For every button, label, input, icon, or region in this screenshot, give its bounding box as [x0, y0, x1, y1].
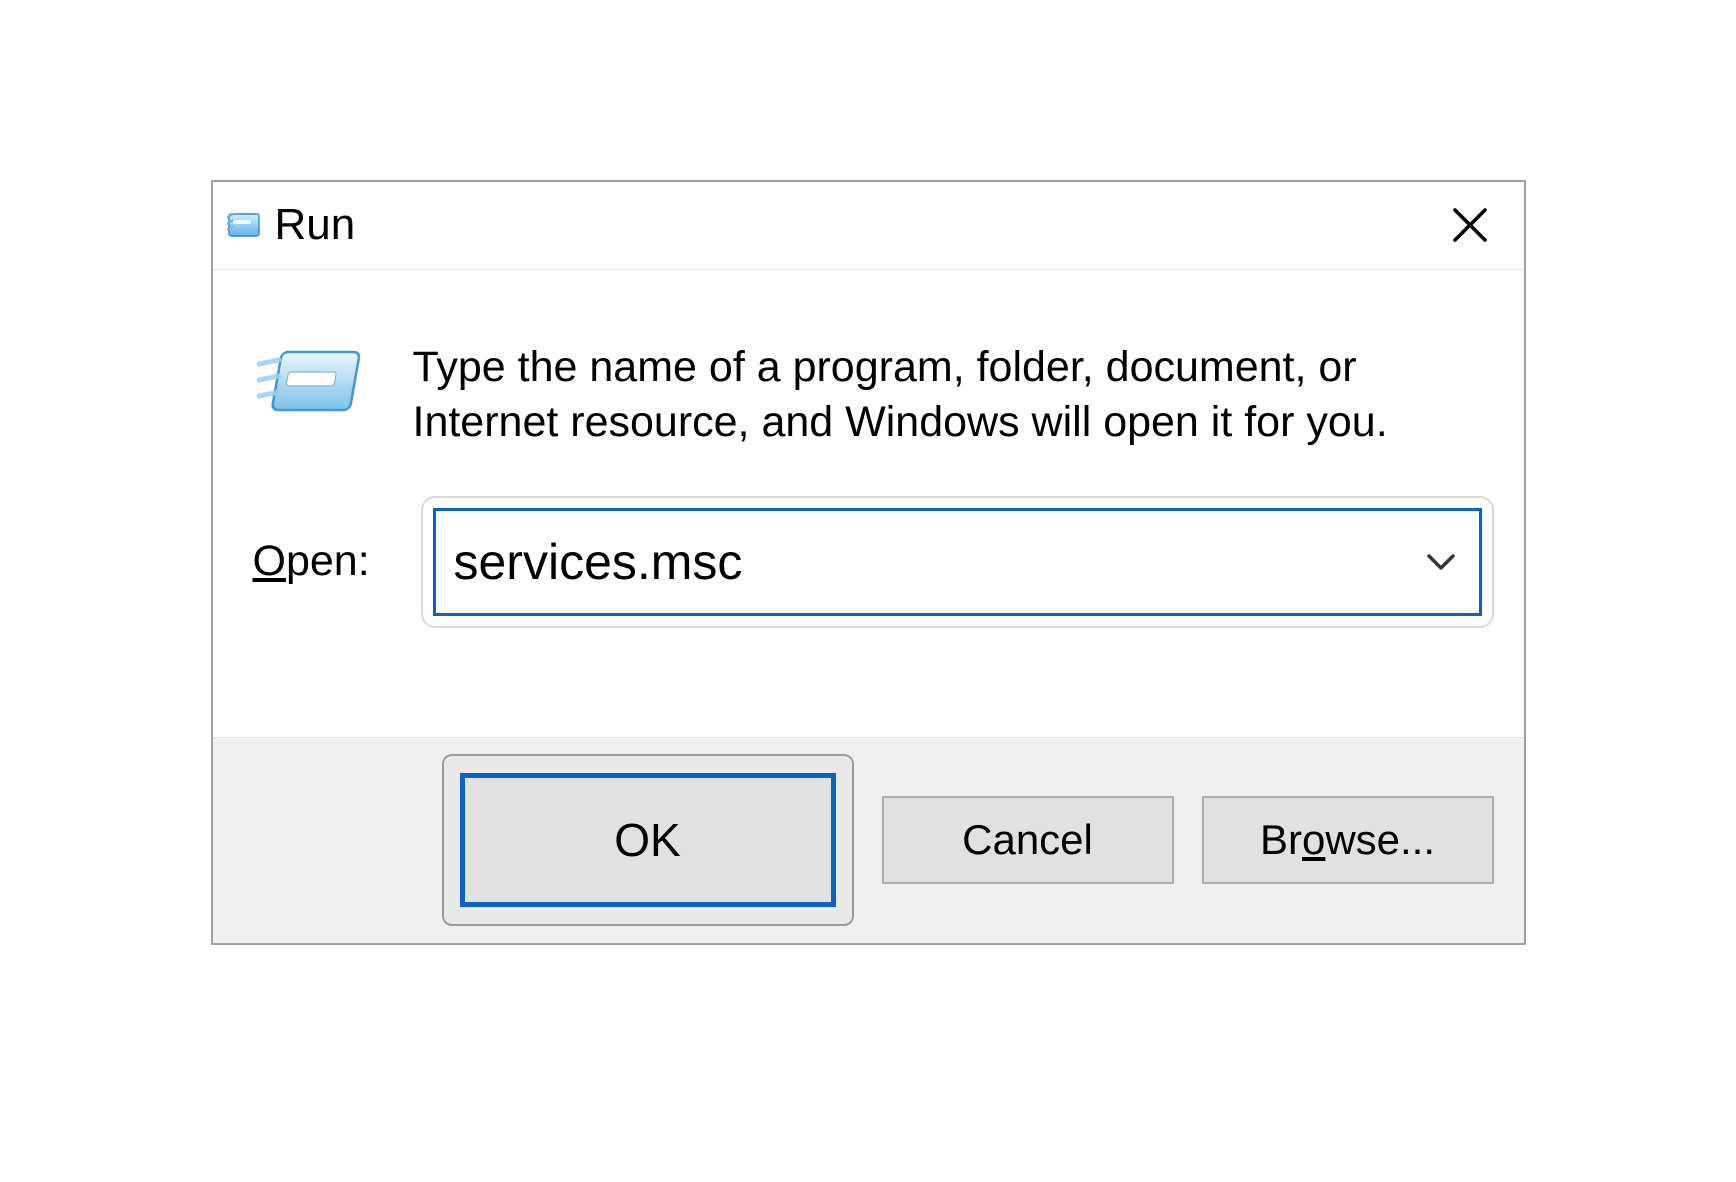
dialog-footer: OK Cancel Browse... [213, 737, 1524, 943]
chevron-down-icon [1423, 544, 1459, 580]
browse-button[interactable]: Browse... [1202, 796, 1494, 884]
title-bar: Run [213, 182, 1524, 270]
open-input[interactable] [454, 533, 1409, 591]
run-dialog: Run [211, 180, 1526, 945]
run-icon [227, 210, 265, 240]
open-combobox-frame [421, 496, 1494, 628]
cancel-button[interactable]: Cancel [882, 796, 1174, 884]
close-icon [1450, 205, 1490, 245]
dialog-description: Type the name of a program, folder, docu… [413, 340, 1433, 450]
combobox-dropdown-button[interactable] [1423, 544, 1459, 580]
run-large-icon [257, 346, 365, 422]
open-combobox[interactable] [433, 508, 1482, 616]
ok-button[interactable]: OK [460, 773, 836, 907]
open-label: Open: [253, 537, 391, 586]
dialog-body: Type the name of a program, folder, docu… [213, 270, 1524, 737]
dialog-title: Run [275, 200, 356, 250]
ok-button-frame: OK [442, 754, 854, 926]
close-button[interactable] [1442, 197, 1498, 253]
